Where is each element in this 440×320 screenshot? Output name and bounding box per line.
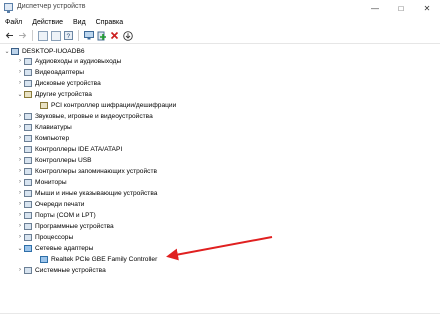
annotation-arrow <box>166 236 273 261</box>
status-bar-divider <box>0 313 440 314</box>
red-arrow-line <box>166 236 273 261</box>
